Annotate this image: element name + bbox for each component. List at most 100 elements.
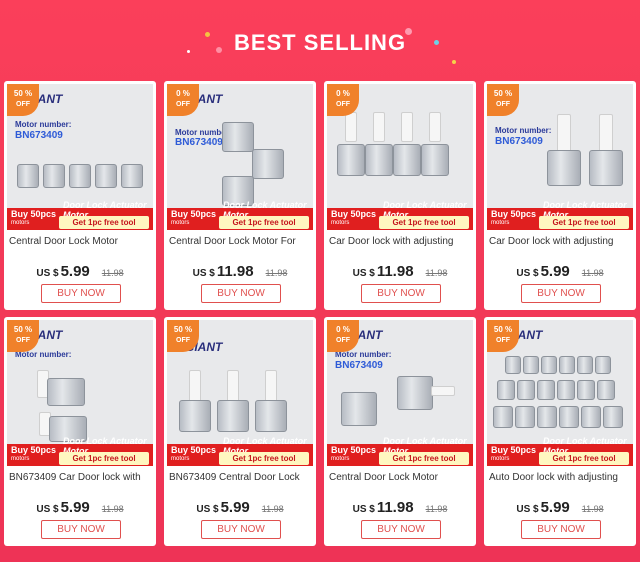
motor-graphic: [577, 380, 595, 400]
product-image[interactable]: GIANT 50 % OFF Door Lock Actuator Motor B…: [167, 320, 313, 466]
price-row: US $5.99 11.98: [4, 263, 156, 281]
motor-number-label: Motor number:: [495, 126, 552, 135]
product-card[interactable]: 0 % OFF Door Lock Actuator Motor Buy 50pc…: [324, 81, 476, 310]
product-image[interactable]: Motor number: BN673409 50 % OFF Door Lock…: [487, 84, 633, 230]
price-row: US $5.99 11.98: [164, 499, 316, 517]
section-title: BEST SELLING: [233, 30, 407, 55]
promo-motors: motors: [491, 456, 510, 462]
promo-banner: Door Lock Actuator Motor Buy 50pcs motor…: [7, 436, 153, 466]
promo-buy: Buy 50pcs: [491, 445, 537, 455]
price: 5.99: [540, 263, 570, 280]
motor-graphic: [69, 164, 91, 188]
motor-graphic: [589, 150, 623, 186]
promo-gift: Get 1pc free tool: [539, 216, 629, 229]
product-image[interactable]: GIANT Motor number: BN673409 0 % OFF Door…: [327, 320, 473, 466]
discount-value: 0 %: [336, 89, 350, 98]
buy-now-button[interactable]: BUY NOW: [41, 284, 121, 303]
motor-graphic: [559, 356, 575, 374]
product-name[interactable]: Auto Door lock with adjusting: [489, 472, 634, 483]
old-price: 11.98: [425, 504, 448, 514]
promo-gift: Get 1pc free tool: [379, 216, 469, 229]
product-card[interactable]: Motor number: BN673409 50 % OFF Door Lock…: [484, 81, 636, 310]
model-number: BN673409: [15, 130, 63, 141]
buy-now-button[interactable]: BUY NOW: [201, 520, 281, 539]
old-price: 11.98: [261, 504, 284, 514]
product-name[interactable]: BN673409 Central Door Lock: [169, 472, 314, 483]
product-name[interactable]: Car Door lock with adjusting: [329, 236, 474, 247]
model-number: BN673409: [495, 136, 543, 147]
product-name[interactable]: Central Door Lock Motor: [329, 472, 474, 483]
product-name[interactable]: Central Door Lock Motor: [9, 236, 154, 247]
discount-badge: 0 % OFF: [167, 84, 199, 116]
discount-off: OFF: [336, 101, 350, 108]
buy-now-button[interactable]: BUY NOW: [361, 284, 441, 303]
model-number: BN673409: [335, 360, 383, 371]
motor-graphic: [523, 356, 539, 374]
motor-graphic: [517, 380, 535, 400]
product-card[interactable]: GIANT 50 % OFF Door Lock Actuator Motor B…: [164, 317, 316, 546]
shaft-graphic: [557, 114, 571, 152]
price: 5.99: [60, 499, 90, 516]
motor-number-label: Motor number:: [15, 120, 72, 129]
discount-off: OFF: [176, 101, 190, 108]
product-name[interactable]: Central Door Lock Motor For: [169, 236, 314, 247]
discount-value: 0 %: [336, 325, 350, 334]
promo-buy: Buy 50pcs: [11, 209, 57, 219]
discount-badge: 50 % OFF: [7, 84, 39, 116]
product-image[interactable]: GIANT Motor number: BN673409 0 % OFF Door…: [167, 84, 313, 230]
discount-value: 50 %: [13, 325, 33, 334]
currency: US $: [36, 504, 59, 515]
old-price: 11.98: [581, 504, 604, 514]
motor-graphic: [252, 149, 284, 179]
buy-now-button[interactable]: BUY NOW: [521, 520, 601, 539]
buy-now-button[interactable]: BUY NOW: [201, 284, 281, 303]
product-image[interactable]: GIANT Motor number: 50 % OFF Door Lock Ac…: [7, 320, 153, 466]
product-name[interactable]: Car Door lock with adjusting: [489, 236, 634, 247]
product-card[interactable]: GIANT Motor number: BN673409 0 % OFF Door…: [164, 81, 316, 310]
promo-gift: Get 1pc free tool: [539, 452, 629, 465]
currency: US $: [352, 268, 375, 279]
product-card[interactable]: GIANT Motor number: BN673409 50 % OFF Doo…: [4, 81, 156, 310]
discount-value: 50 %: [493, 325, 513, 334]
motor-graphic: [577, 356, 593, 374]
promo-buy: Buy 50pcs: [331, 445, 377, 455]
product-card[interactable]: GIANT Motor number: 50 % OFF Door Lock Ac…: [4, 317, 156, 546]
old-price: 11.98: [581, 268, 604, 278]
product-card[interactable]: GIANT 50 % OFF Door Lock Actuator Motor B…: [484, 317, 636, 546]
buy-now-button[interactable]: BUY NOW: [361, 520, 441, 539]
price-row: US $5.99 11.98: [4, 499, 156, 517]
buy-now-button[interactable]: BUY NOW: [41, 520, 121, 539]
promo-gift: Get 1pc free tool: [59, 216, 149, 229]
product-name[interactable]: BN673409 Car Door lock with: [9, 472, 154, 483]
promo-motors: motors: [491, 220, 510, 226]
product-image[interactable]: GIANT Motor number: BN673409 50 % OFF Doo…: [7, 84, 153, 230]
price: 11.98: [376, 263, 414, 280]
currency: US $: [36, 268, 59, 279]
shaft-graphic: [431, 386, 455, 396]
promo-gift: Get 1pc free tool: [59, 452, 149, 465]
promo-banner: Door Lock Actuator Motor Buy 50pcs motor…: [7, 200, 153, 230]
promo-banner: Door Lock Actuator Motor Buy 50pcs motor…: [487, 436, 633, 466]
promo-banner: Door Lock Actuator Motor Buy 50pcs motor…: [487, 200, 633, 230]
discount-off: OFF: [176, 337, 190, 344]
promo-gift: Get 1pc free tool: [379, 452, 469, 465]
promo-motors: motors: [171, 456, 190, 462]
shaft-graphic: [227, 370, 239, 402]
price: 11.98: [216, 263, 254, 280]
currency: US $: [192, 268, 215, 279]
buy-now-button[interactable]: BUY NOW: [521, 284, 601, 303]
motor-graphic: [365, 144, 393, 176]
motor-graphic: [121, 164, 143, 188]
shaft-graphic: [429, 112, 441, 142]
discount-value: 0 %: [176, 89, 190, 98]
discount-badge: 0 % OFF: [327, 84, 359, 116]
product-image[interactable]: GIANT 50 % OFF Door Lock Actuator Motor B…: [487, 320, 633, 466]
currency: US $: [516, 268, 539, 279]
shaft-graphic: [189, 370, 201, 402]
product-card[interactable]: GIANT Motor number: BN673409 0 % OFF Door…: [324, 317, 476, 546]
discount-value: 50 %: [13, 89, 33, 98]
product-image[interactable]: 0 % OFF Door Lock Actuator Motor Buy 50pc…: [327, 84, 473, 230]
discount-badge: 50 % OFF: [487, 320, 519, 352]
price: 5.99: [220, 499, 250, 516]
old-price: 11.98: [101, 504, 124, 514]
